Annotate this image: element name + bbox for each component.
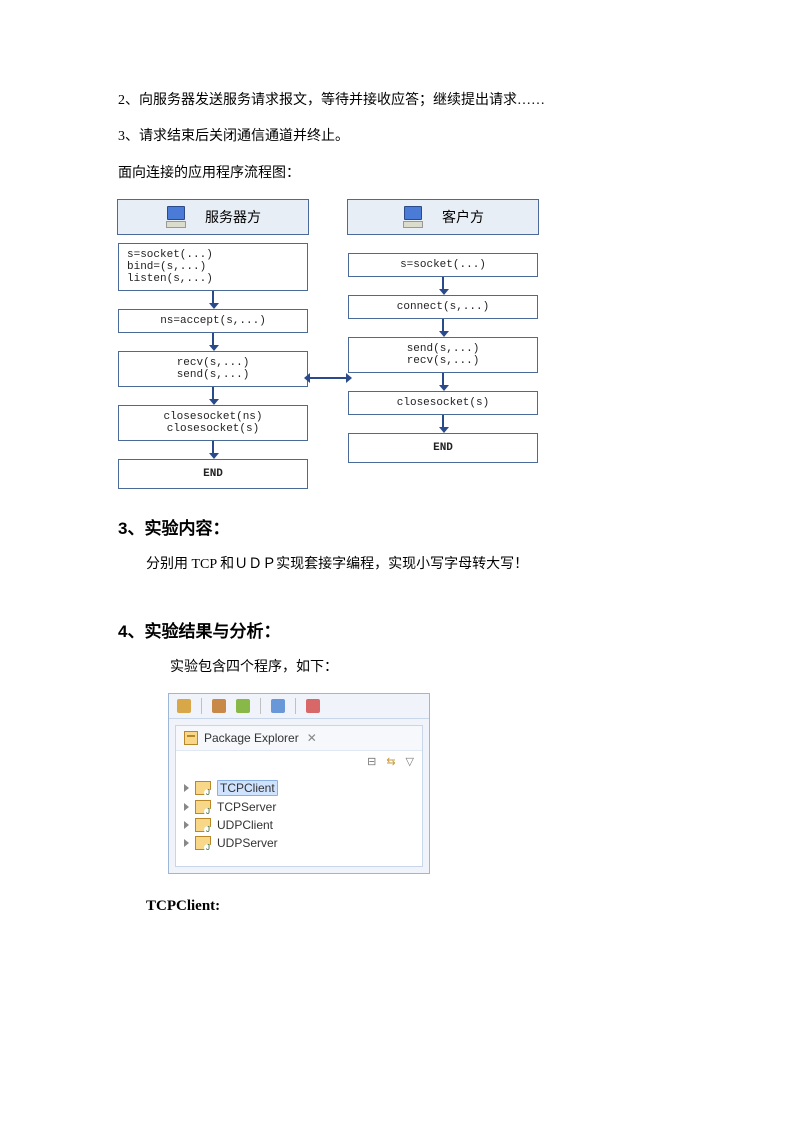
- toolbar-icon[interactable]: [306, 699, 320, 713]
- server-title: 服务器方: [205, 207, 261, 227]
- tab-label: Package Explorer: [204, 731, 299, 745]
- client-header: 客户方: [347, 199, 539, 235]
- ide-screenshot: Package Explorer ✕ ⊟ ⇆ ▽ TCPClient TCPSe…: [168, 693, 430, 874]
- section-3-heading: 3、实验内容：: [118, 514, 700, 539]
- flowchart-diagram: 服务器方 s=socket(...) bind=(s,...) listen(s…: [118, 199, 538, 489]
- tree-item[interactable]: UDPServer: [184, 834, 418, 852]
- view-menu-icon[interactable]: ▽: [406, 755, 414, 768]
- tree-item[interactable]: UDPClient: [184, 816, 418, 834]
- link-with-editor-icon[interactable]: ⇆: [386, 755, 395, 768]
- server-header: 服务器方: [117, 199, 309, 235]
- bidirectional-arrow-icon: [310, 377, 346, 379]
- paragraph-3: 3、请求结束后关闭通信通道并终止。: [118, 126, 700, 148]
- server-end: END: [118, 459, 308, 489]
- collapse-all-icon[interactable]: ⊟: [367, 755, 376, 768]
- tree-item[interactable]: TCPServer: [184, 798, 418, 816]
- project-label: TCPClient: [217, 780, 278, 796]
- separator-icon: [201, 698, 202, 714]
- expand-icon[interactable]: [184, 839, 189, 847]
- package-explorer-tab[interactable]: Package Explorer ✕: [176, 726, 422, 751]
- client-title: 客户方: [442, 207, 484, 227]
- server-box-3: recv(s,...) send(s,...): [118, 351, 308, 387]
- client-end: END: [348, 433, 538, 463]
- toolbar-icon[interactable]: [212, 699, 226, 713]
- tree-item[interactable]: TCPClient: [184, 778, 418, 798]
- server-box-4: closesocket(ns) closesocket(s): [118, 405, 308, 441]
- client-box-3: send(s,...) recv(s,...): [348, 337, 538, 373]
- paragraph-2: 2、向服务器发送服务请求报文，等待并接收应答；继续提出请求……: [118, 90, 700, 112]
- expand-icon[interactable]: [184, 821, 189, 829]
- toolbar-icon[interactable]: [271, 699, 285, 713]
- project-label: UDPClient: [217, 818, 273, 832]
- separator-icon: [260, 698, 261, 714]
- java-project-icon: [195, 781, 211, 795]
- client-box-2: connect(s,...): [348, 295, 538, 319]
- close-icon[interactable]: ✕: [307, 731, 317, 745]
- java-project-icon: [195, 800, 211, 814]
- expand-icon[interactable]: [184, 784, 189, 792]
- expand-icon[interactable]: [184, 803, 189, 811]
- package-explorer-panel: Package Explorer ✕ ⊟ ⇆ ▽ TCPClient TCPSe…: [175, 725, 423, 867]
- client-box-1: s=socket(...): [348, 253, 538, 277]
- section-4-body: 实验包含四个程序，如下：: [118, 657, 700, 679]
- project-tree: TCPClient TCPServer UDPClient UDPServer: [176, 772, 422, 866]
- paragraph-flowchart-caption: 面向连接的应用程序流程图：: [118, 163, 700, 185]
- toolbar-icon[interactable]: [177, 699, 191, 713]
- section-3-body: 分别用 TCP 和ＵＤＰ实现套接字编程，实现小写字母转大写！: [118, 554, 700, 576]
- client-box-4: closesocket(s): [348, 391, 538, 415]
- server-box-2: ns=accept(s,...): [118, 309, 308, 333]
- tcpclient-heading: TCPClient:: [118, 894, 700, 918]
- java-project-icon: [195, 818, 211, 832]
- server-column: 服务器方 s=socket(...) bind=(s,...) listen(s…: [118, 199, 308, 489]
- java-project-icon: [195, 836, 211, 850]
- project-label: UDPServer: [217, 836, 278, 850]
- package-icon: [184, 731, 198, 745]
- project-label: TCPServer: [217, 800, 276, 814]
- document-page: 2、向服务器发送服务请求报文，等待并接收应答；继续提出请求…… 3、请求结束后关…: [0, 0, 800, 972]
- toolbar-icon[interactable]: [236, 699, 250, 713]
- section-4-heading: 4、实验结果与分析：: [118, 617, 700, 642]
- computer-icon: [165, 206, 187, 228]
- server-box-1: s=socket(...) bind=(s,...) listen(s,...): [118, 243, 308, 291]
- ide-toolbar: [169, 694, 429, 719]
- client-column: 客户方 s=socket(...) connect(s,...) send(s,…: [348, 199, 538, 489]
- separator-icon: [295, 698, 296, 714]
- panel-toolbar: ⊟ ⇆ ▽: [176, 751, 422, 772]
- computer-icon: [402, 206, 424, 228]
